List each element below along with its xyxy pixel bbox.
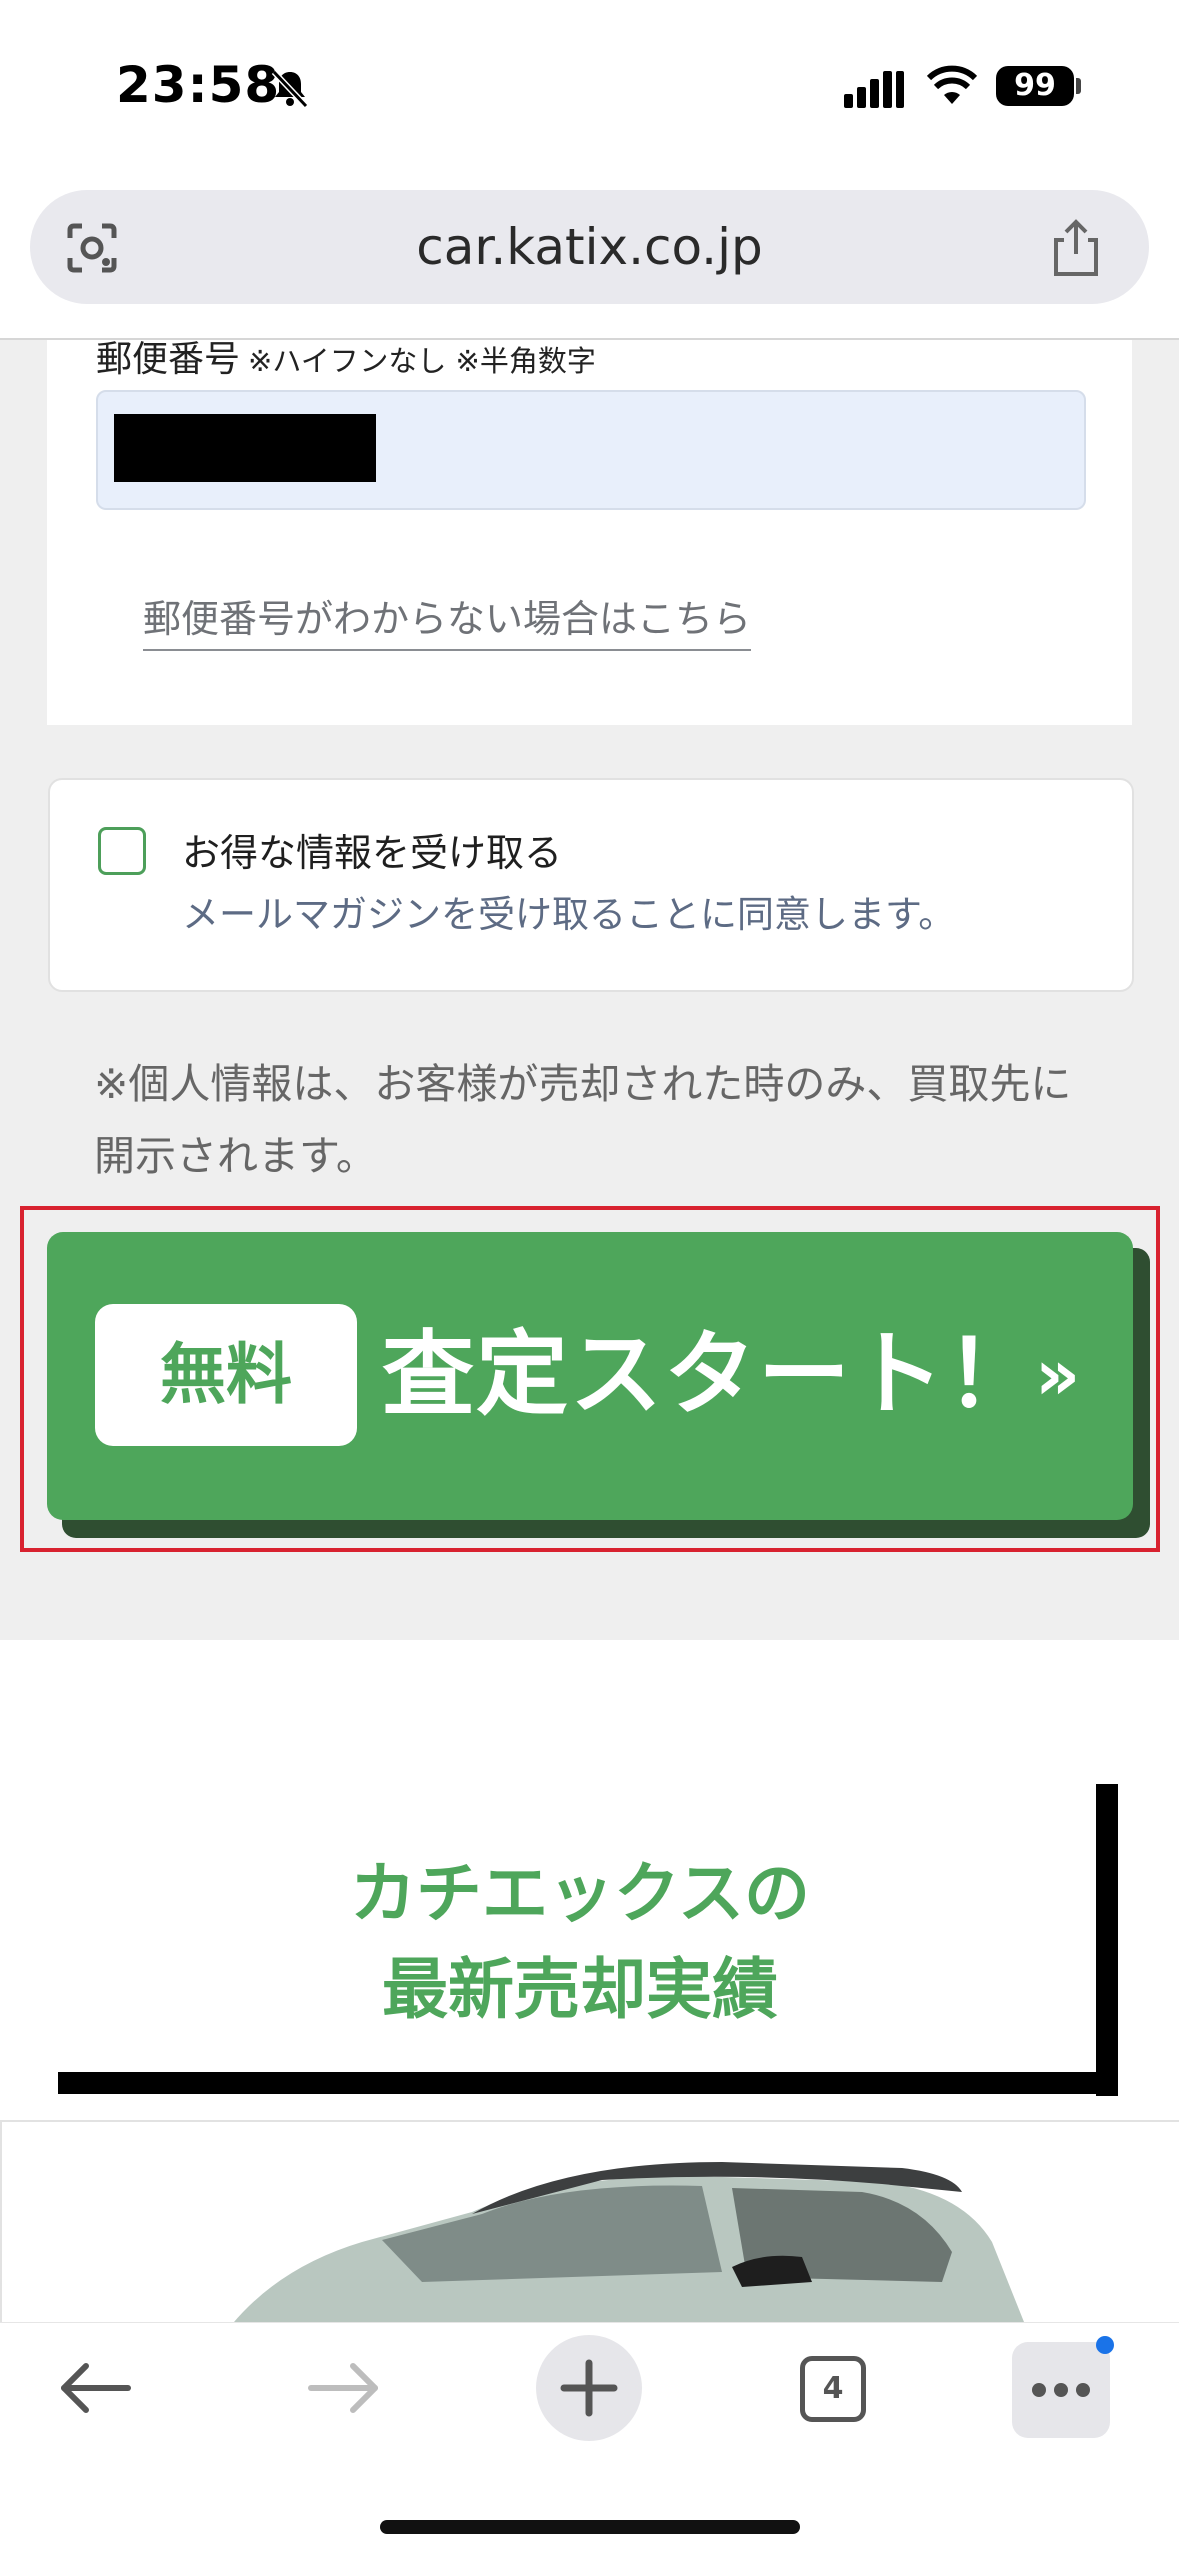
postal-code-note: ※ハイフンなし ※半角数字 <box>248 344 596 378</box>
postal-code-label-text: 郵便番号 <box>96 339 241 380</box>
notification-dot <box>1096 2336 1114 2354</box>
cellular-signal-icon <box>844 71 904 108</box>
postal-code-lookup-link[interactable]: 郵便番号がわからない場合はこちら <box>143 588 752 651</box>
url-text[interactable]: car.katix.co.jp <box>30 190 1149 304</box>
newsletter-title: お得な情報を受け取る <box>182 831 563 875</box>
privacy-note: ※個人情報は、お客様が売却された時のみ、買取先に開示されます。 <box>94 1060 1072 1180</box>
cta-highlight-frame <box>20 1206 1160 1552</box>
postal-code-label: 郵便番号 ※ハイフンなし ※半角数字 <box>96 330 596 382</box>
results-heading-line2: 最新売却実績 <box>382 1951 778 2028</box>
tab-switcher-button[interactable]: 4 <box>800 2356 866 2422</box>
forward-arrow-icon[interactable] <box>305 2360 381 2416</box>
newsletter-subtitle: メールマガジンを受け取ることに同意します。 <box>182 893 956 936</box>
share-icon[interactable] <box>1048 218 1104 278</box>
battery-indicator: 99 <box>996 66 1074 106</box>
redacted-value <box>114 414 376 482</box>
address-bar[interactable]: car.katix.co.jp <box>30 190 1149 304</box>
menu-button[interactable] <box>1012 2342 1110 2438</box>
newsletter-checkbox[interactable] <box>98 827 146 875</box>
home-indicator[interactable] <box>380 2520 800 2534</box>
heading-frame-bottom <box>58 2072 1118 2094</box>
more-dots-icon <box>1032 2383 1090 2397</box>
plus-icon <box>560 2359 618 2417</box>
back-arrow-icon[interactable] <box>58 2360 134 2416</box>
status-time: 23:58 <box>116 56 281 114</box>
results-heading-line1: カチエックスの <box>349 1855 811 1932</box>
wifi-icon <box>926 65 978 104</box>
bell-muted-icon <box>271 69 309 109</box>
battery-cap <box>1076 78 1081 94</box>
new-tab-button[interactable] <box>536 2335 642 2441</box>
